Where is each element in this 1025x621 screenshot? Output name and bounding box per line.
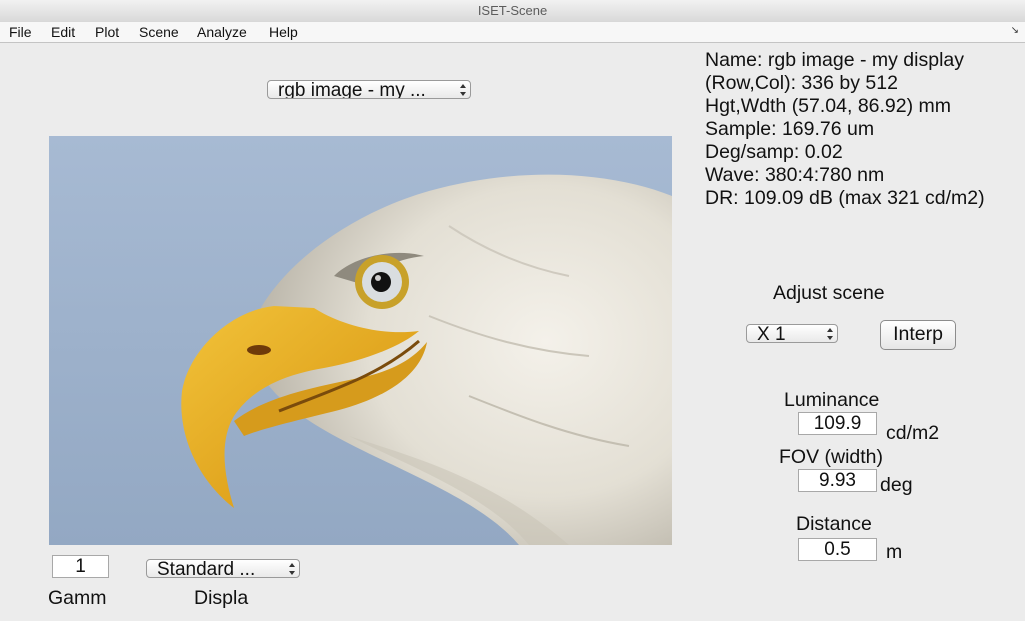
updown-arrows-icon (460, 84, 466, 96)
window-title: ISET-Scene (0, 0, 1025, 23)
luminance-input[interactable]: 109.9 (798, 412, 877, 435)
menu-file[interactable]: File (9, 22, 32, 42)
info-dr: DR: 109.09 dB (max 321 cd/m2) (705, 187, 985, 209)
display-select-value: Standard ... (157, 559, 256, 578)
scene-image[interactable] (49, 136, 672, 545)
display-select[interactable]: Standard ... (146, 559, 300, 578)
resize-arrow-icon[interactable]: ↘ (1011, 25, 1019, 36)
resample-select-value: X 1 (757, 324, 786, 343)
menu-scene[interactable]: Scene (139, 22, 179, 42)
distance-input[interactable]: 0.5 (798, 538, 877, 561)
luminance-label: Luminance (784, 389, 880, 411)
menu-help[interactable]: Help (269, 22, 298, 42)
gamma-input[interactable]: 1 (52, 555, 109, 578)
info-sample: Sample: 169.76 um (705, 118, 875, 140)
info-hgtwdth: Hgt,Wdth (57.04, 86.92) mm (705, 95, 952, 117)
eagle-image (49, 136, 672, 545)
info-degsamp: Deg/samp: 0.02 (705, 141, 843, 163)
gamma-label: Gamm (48, 587, 107, 609)
menu-analyze[interactable]: Analyze (197, 22, 247, 42)
fov-input[interactable]: 9.93 (798, 469, 877, 492)
resample-select[interactable]: X 1 (746, 324, 838, 343)
adjust-scene-title: Adjust scene (773, 282, 885, 304)
scene-select[interactable]: rgb image - my ... (267, 80, 471, 99)
fov-label: FOV (width) (779, 446, 884, 468)
updown-arrows-icon (827, 328, 833, 340)
updown-arrows-icon (289, 563, 295, 575)
menu-plot[interactable]: Plot (95, 22, 119, 42)
distance-unit: m (886, 541, 903, 563)
display-label: Displa (194, 587, 249, 609)
distance-label: Distance (796, 513, 872, 535)
menu-edit[interactable]: Edit (51, 22, 75, 42)
fov-unit: deg (880, 474, 913, 496)
info-name: Name: rgb image - my display (705, 49, 965, 71)
scene-select-value: rgb image - my ... (278, 80, 426, 99)
luminance-unit: cd/m2 (886, 422, 940, 444)
info-rowcol: (Row,Col): 336 by 512 (705, 72, 898, 94)
interp-button[interactable]: Interp (880, 320, 956, 350)
info-wave: Wave: 380:4:780 nm (705, 164, 885, 186)
menu-bar: File Edit Plot Scene Analyze Help ↘ (0, 22, 1025, 43)
